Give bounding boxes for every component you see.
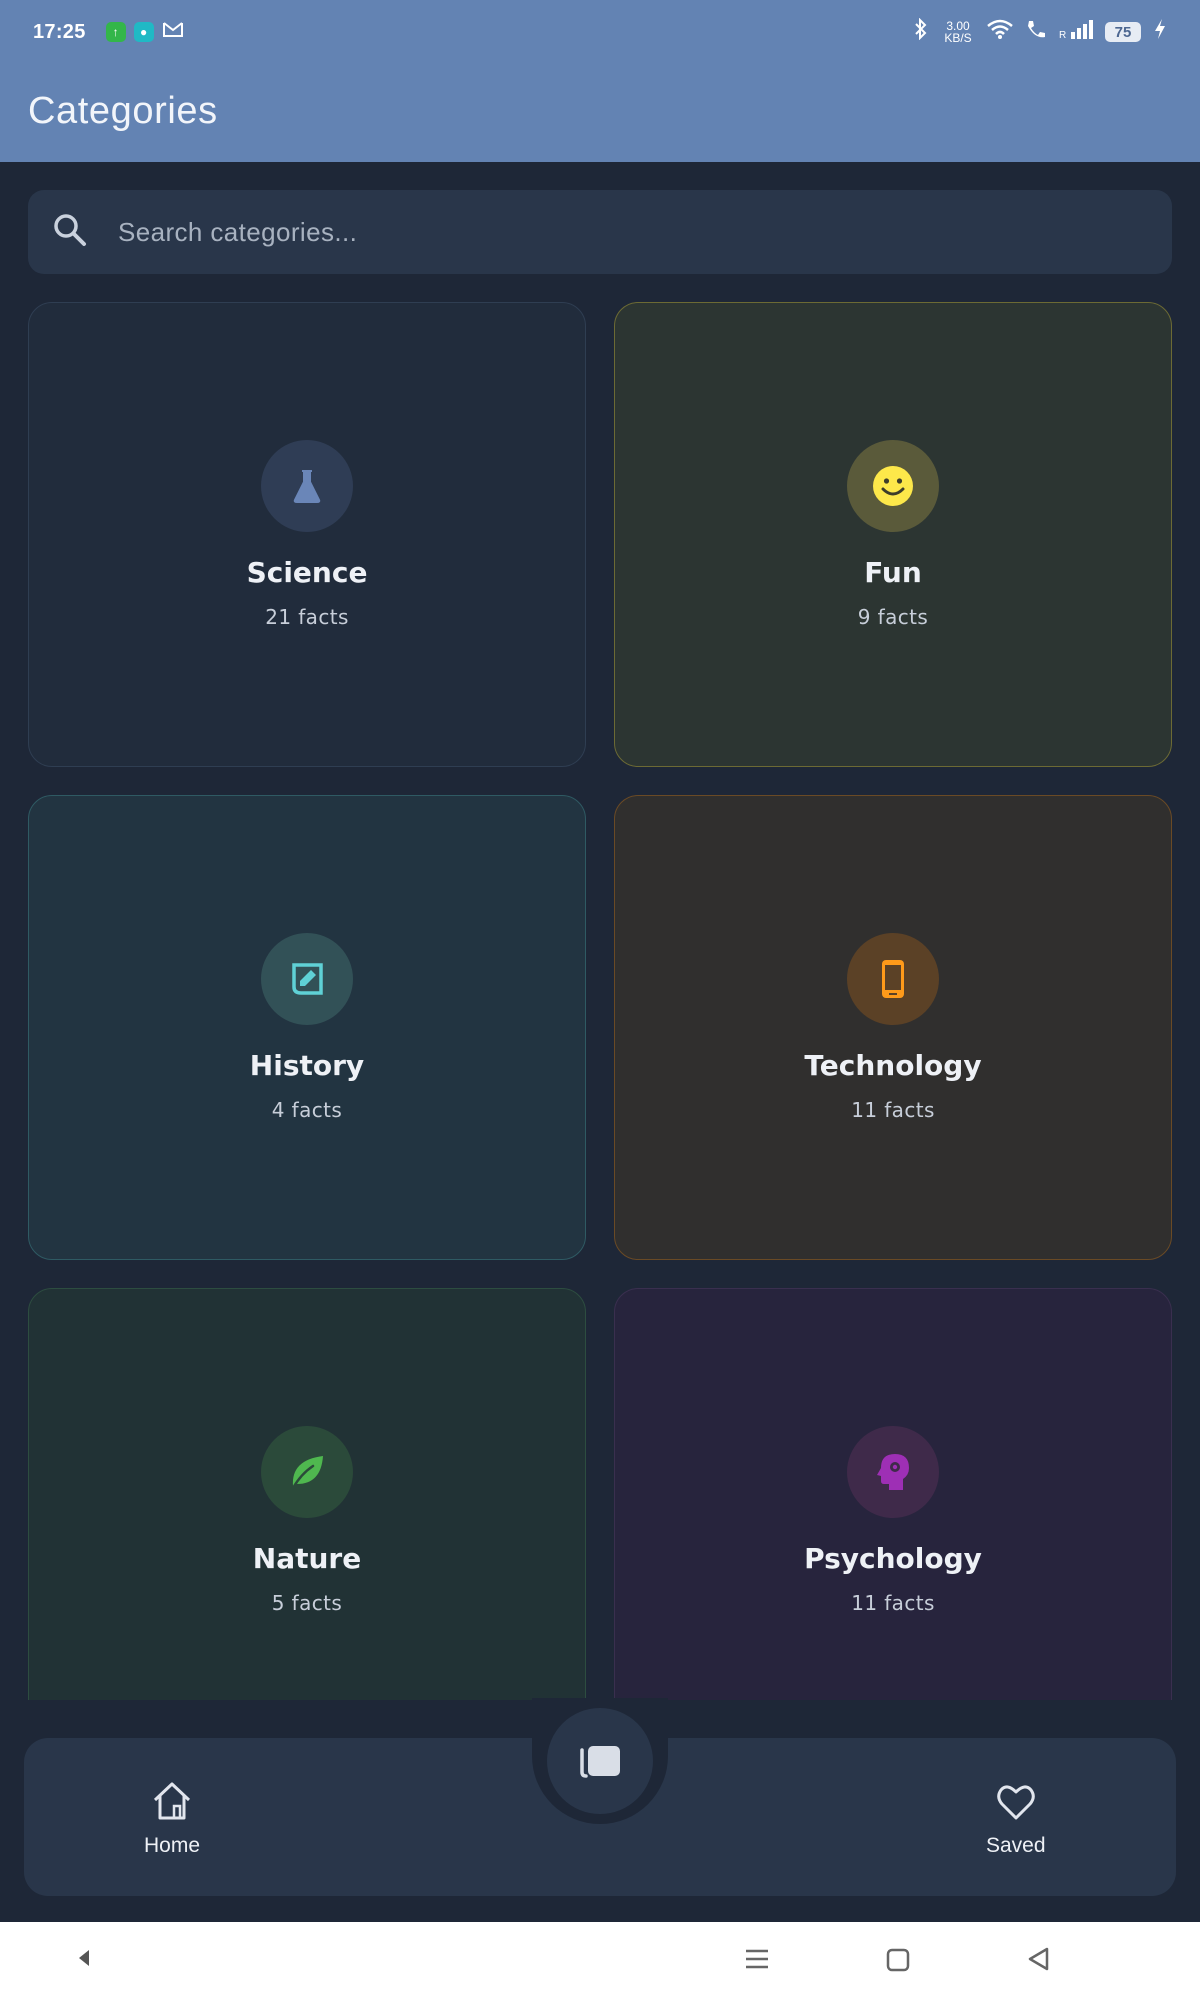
category-grid: Science 21 facts Fun 9 facts History 4 f… [28, 302, 1172, 1700]
category-card-history[interactable]: History 4 facts [28, 795, 586, 1260]
bluetooth-icon [913, 17, 929, 46]
home-icon [153, 1782, 191, 1820]
category-card-fun[interactable]: Fun 9 facts [614, 302, 1172, 767]
category-icon-circle [261, 933, 353, 1025]
notification-icons: ↑ ● [105, 20, 184, 44]
history-edu-icon [292, 963, 323, 995]
category-card-nature[interactable]: Nature 5 facts [28, 1288, 586, 1700]
category-icon-circle [261, 440, 353, 532]
status-time: 17:25 [33, 20, 86, 43]
category-name: Science [246, 556, 368, 589]
charging-icon [1153, 18, 1167, 46]
psychology-icon [877, 1454, 909, 1490]
category-card-psychology[interactable]: Psychology 11 facts [614, 1288, 1172, 1700]
gmail-icon [162, 20, 184, 44]
net-speed: 3.00 KB/S [944, 19, 972, 45]
back-triangle-icon[interactable] [76, 1948, 92, 1968]
smartphone-icon [882, 960, 904, 998]
nav-home-label: Home [144, 1834, 201, 1857]
category-name: Psychology [804, 1542, 982, 1575]
search-input[interactable] [118, 216, 1018, 248]
flask-icon [293, 470, 321, 503]
app-bar: 17:25 ↑ ● 3.00 KB/S R 75 Categories [0, 0, 1200, 162]
nav-saved[interactable]: Saved [986, 1780, 1046, 1858]
category-card-technology[interactable]: Technology 11 facts [614, 795, 1172, 1260]
category-count: 11 facts [851, 1591, 935, 1615]
category-icon-circle [847, 440, 939, 532]
status-bar: 17:25 ↑ ● 3.00 KB/S R 75 [0, 0, 1200, 64]
search-bar[interactable] [28, 190, 1172, 274]
menu-lines-icon[interactable] [744, 1948, 770, 1970]
search-icon [52, 212, 88, 252]
category-name: Fun [864, 556, 922, 589]
heart-icon [997, 1785, 1035, 1820]
page-title: Categories [28, 90, 218, 132]
upload-icon: ↑ [105, 22, 126, 42]
category-count: 21 facts [265, 605, 349, 629]
chat-app-icon: ● [133, 22, 154, 42]
category-count: 11 facts [851, 1098, 935, 1122]
status-right: 3.00 KB/S R 75 [913, 17, 1167, 46]
category-card-science[interactable]: Science 21 facts [28, 302, 586, 767]
category-icon-circle [847, 933, 939, 1025]
cards-icon [580, 1746, 620, 1778]
category-name: Nature [252, 1542, 362, 1575]
category-count: 9 facts [857, 605, 929, 629]
smiley-icon [873, 466, 913, 506]
nav-saved-label: Saved [986, 1834, 1046, 1857]
system-nav-bar [0, 1922, 1200, 2000]
category-count: 5 facts [271, 1591, 343, 1615]
category-name: Technology [804, 1049, 982, 1082]
back-icon[interactable] [1026, 1946, 1050, 1972]
nav-home[interactable]: Home [144, 1780, 200, 1858]
category-name: History [249, 1049, 365, 1082]
call-icon [1025, 18, 1047, 46]
signal-icon: R [1059, 18, 1093, 46]
category-icon-circle [261, 1426, 353, 1518]
cards-fab-button[interactable] [547, 1708, 653, 1814]
home-square-icon[interactable] [886, 1948, 910, 1972]
category-icon-circle [847, 1426, 939, 1518]
wifi-icon [987, 19, 1013, 45]
leaf-icon [291, 1456, 323, 1490]
category-count: 4 facts [271, 1098, 343, 1122]
battery-indicator: 75 [1105, 22, 1141, 42]
svg-text:R: R [1059, 30, 1066, 40]
